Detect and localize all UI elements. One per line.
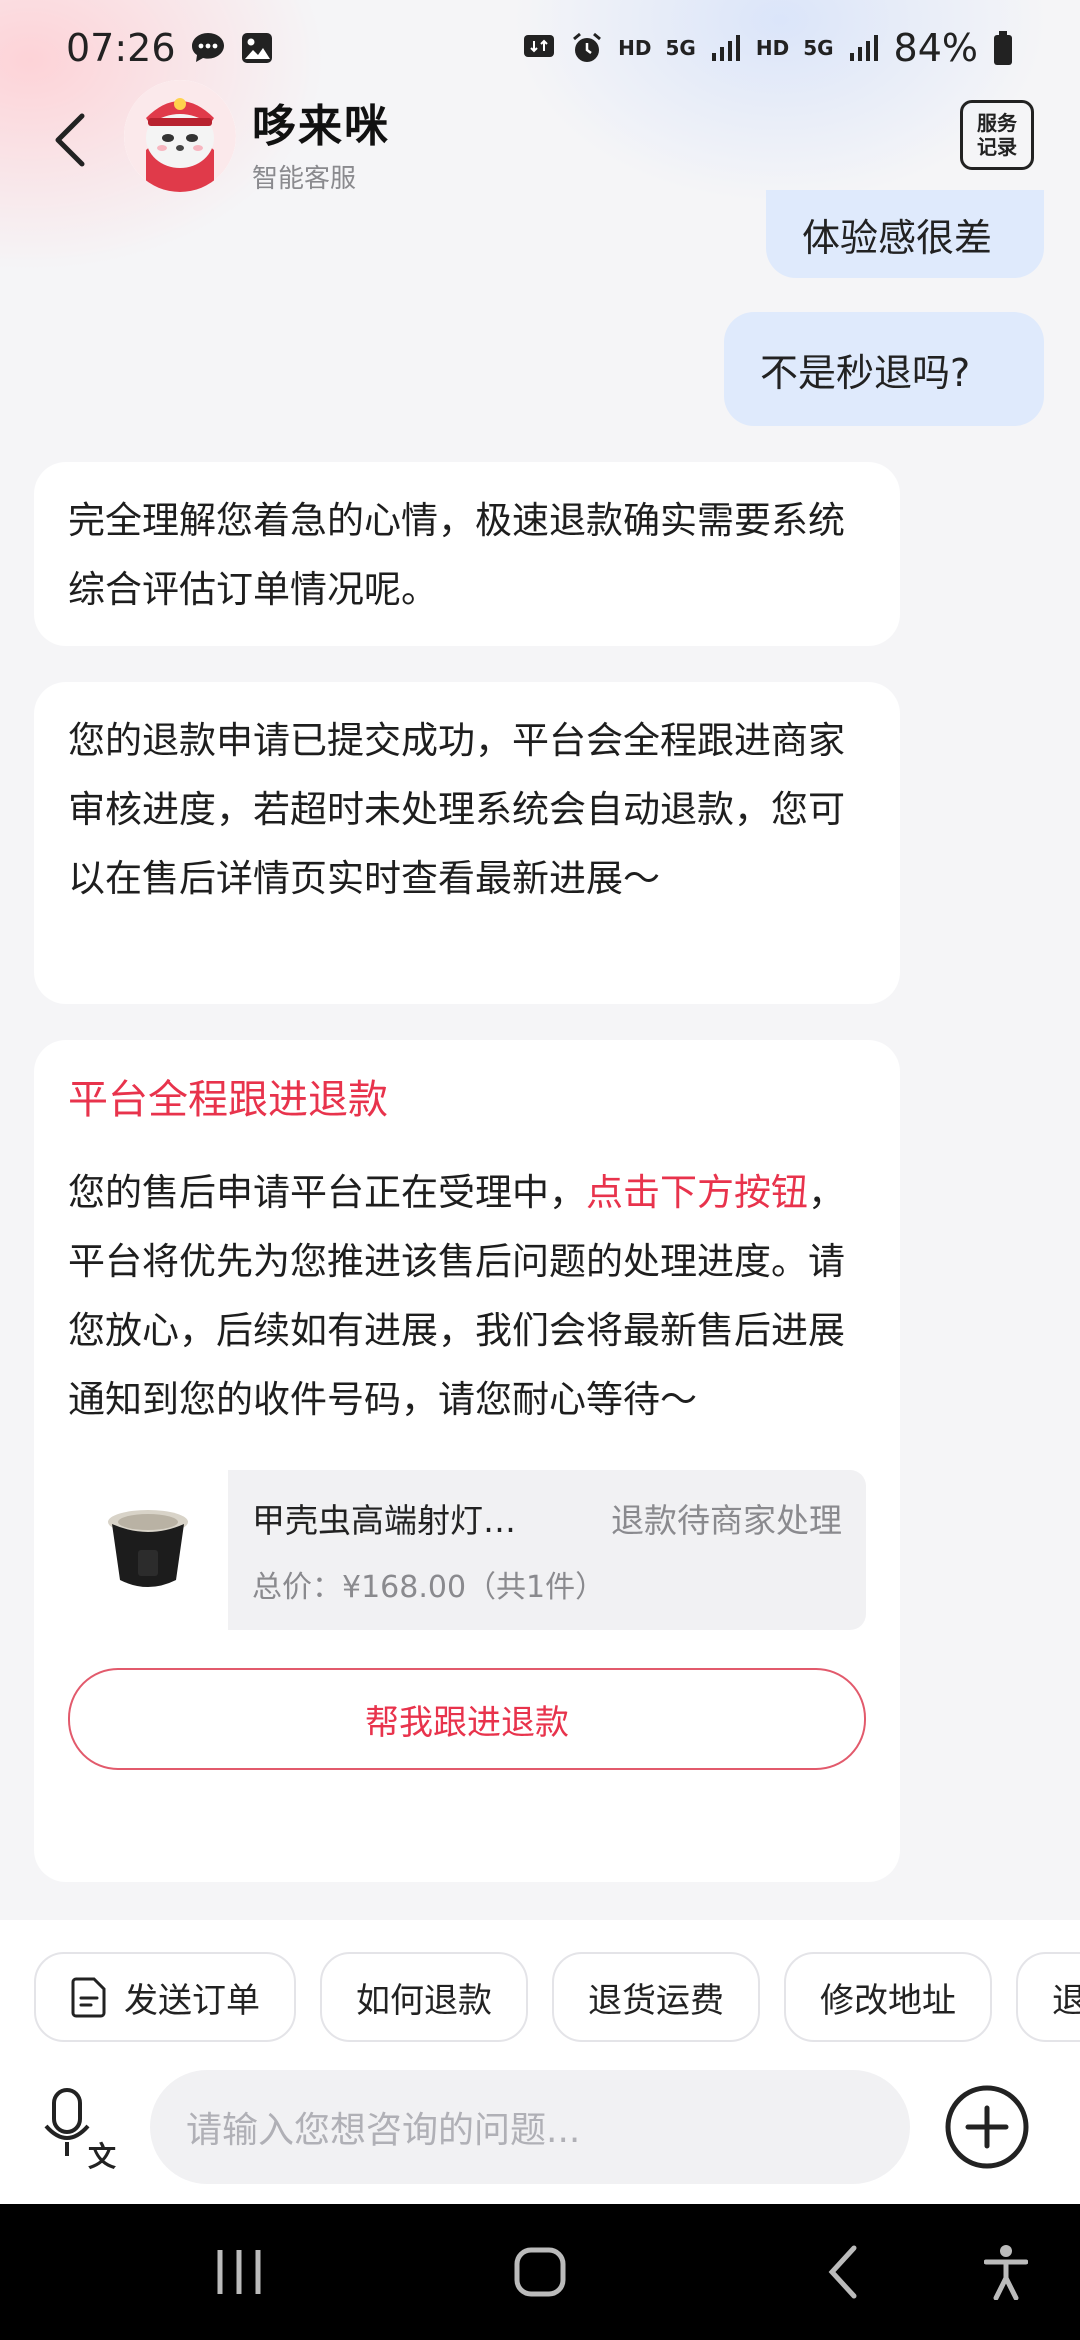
accessibility-icon (983, 2245, 1029, 2301)
more-options-button[interactable] (944, 2084, 1030, 2170)
card-title: 平台全程跟进退款 (68, 1077, 388, 1123)
bot-message-1[interactable]: 完全理解您着急的心情，极速退款确实需要系统综合评估订单情况呢。 (34, 462, 900, 646)
battery-icon (992, 30, 1014, 66)
nav-accessibility-button[interactable] (983, 2244, 1029, 2304)
network-5g-label: 5G (665, 36, 696, 60)
quick-action-return-shipping[interactable]: 退货运费 (552, 1952, 760, 2042)
nav-recents-button[interactable] (214, 2244, 264, 2304)
user-message-text: 体验感很差 (802, 215, 993, 260)
battery-percent: 84% (893, 26, 978, 70)
chat-notification-icon (190, 31, 226, 65)
signal-icon-2 (848, 33, 880, 63)
system-navigation-bar (0, 2204, 1080, 2340)
quick-action-more[interactable]: 退 (1016, 1952, 1080, 2042)
document-icon (71, 1977, 106, 2018)
chat-header: 哆来咪 智能客服 服务记录 (0, 80, 1080, 200)
quick-action-label: 修改地址 (820, 1980, 956, 2021)
bot-subtitle: 智能客服 (252, 164, 357, 194)
service-records-button[interactable]: 服务记录 (960, 100, 1034, 170)
svg-text:文: 文 (88, 2140, 116, 2170)
voice-translate-icon: 文 (44, 2088, 116, 2173)
card-text-before: 您的售后申请平台正在受理中， (68, 1171, 586, 1214)
user-message-2[interactable]: 不是秒退吗? (724, 312, 1044, 426)
order-status: 退款待商家处理 (611, 1501, 842, 1540)
nav-back-button[interactable] (822, 2244, 862, 2304)
recents-icon (217, 2250, 261, 2294)
order-summary[interactable]: 甲壳虫高端射灯… 退款待商家处理 总价：¥168.00（共1件） (68, 1470, 866, 1630)
network-5g-label-2: 5G (803, 36, 834, 60)
message-input-placeholder: 请输入您想咨询的问题... (186, 2110, 581, 2151)
network-hd-label-2: HD (755, 36, 790, 60)
quick-action-send-order[interactable]: 发送订单 (34, 1952, 296, 2042)
signal-icon (710, 33, 742, 63)
bot-message-text: 您的退款申请已提交成功，平台会全程跟进商家审核进度，若超时未处理系统会自动退款，… (68, 719, 845, 900)
card-body: 您的售后申请平台正在受理中，点击下方按钮，平台将优先为您推进该售后问题的处理进度… (68, 1158, 866, 1434)
card-text-highlight: 点击下方按钮 (586, 1171, 808, 1214)
service-records-label: 服务记录 (977, 111, 1017, 159)
gallery-notification-icon (240, 31, 274, 65)
refund-followup-card: 平台全程跟进退款 您的售后申请平台正在受理中，点击下方按钮，平台将优先为您推进该… (34, 1040, 900, 1882)
follow-refund-button[interactable]: 帮我跟进退款 (68, 1668, 866, 1770)
quick-action-label: 如何退款 (356, 1980, 492, 2021)
bot-message-2[interactable]: 您的退款申请已提交成功，平台会全程跟进商家审核进度，若超时未处理系统会自动退款，… (34, 682, 900, 1004)
status-time: 07:26 (66, 26, 176, 70)
network-hd-label: HD (618, 36, 652, 60)
user-message-text: 不是秒退吗? (760, 350, 971, 395)
data-transfer-icon (522, 31, 556, 65)
voice-input-button[interactable]: 文 (44, 2086, 120, 2173)
order-price: 总价：¥168.00（共1件） (252, 1570, 606, 1605)
quick-actions: 发送订单 如何退款 退货运费 修改地址 退 (34, 1952, 1080, 2042)
plus-circle-icon (945, 2085, 1029, 2169)
message-input[interactable]: 请输入您想咨询的问题... (150, 2070, 910, 2184)
home-icon (514, 2247, 566, 2297)
nav-back-icon (828, 2245, 857, 2299)
alarm-icon (570, 31, 604, 65)
bot-message-text: 完全理解您着急的心情，极速退款确实需要系统综合评估订单情况呢。 (68, 499, 845, 611)
quick-action-label: 发送订单 (124, 1980, 260, 2021)
chevron-left-icon (55, 113, 85, 167)
order-product-name: 甲壳虫高端射灯… (252, 1501, 516, 1540)
nav-home-button[interactable] (514, 2244, 566, 2304)
bot-name: 哆来咪 (252, 101, 390, 152)
back-button[interactable] (40, 98, 100, 182)
bot-avatar[interactable] (124, 80, 236, 192)
quick-action-change-address[interactable]: 修改地址 (784, 1952, 992, 2042)
quick-action-label: 退货运费 (588, 1980, 724, 2021)
quick-action-how-refund[interactable]: 如何退款 (320, 1952, 528, 2042)
input-panel: 发送订单 如何退款 退货运费 修改地址 退 文 请输入您想咨询的问题... (0, 1920, 1080, 2204)
product-thumbnail (68, 1470, 228, 1630)
user-message-1[interactable]: 体验感很差 (766, 190, 1044, 278)
quick-action-label: 退 (1052, 1980, 1080, 2021)
